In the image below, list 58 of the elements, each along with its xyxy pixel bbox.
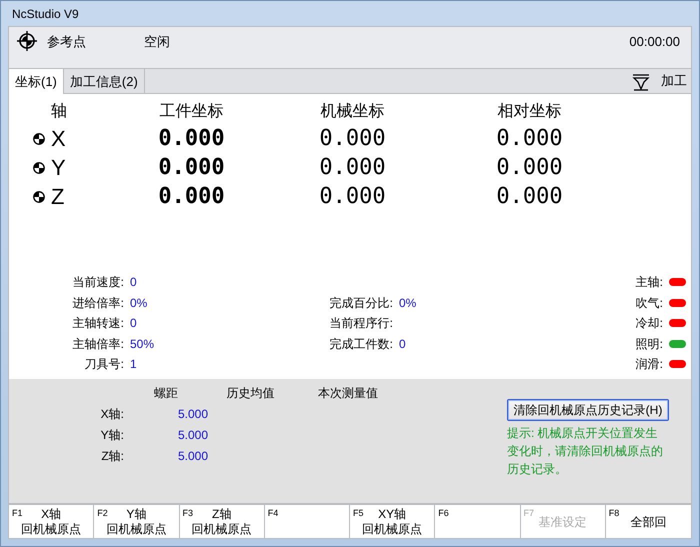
coordinate-value: 0.000 <box>319 184 386 209</box>
info-label: 完成百分比: <box>330 296 393 310</box>
axis-label: X <box>51 125 66 153</box>
origin-icon <box>33 190 45 202</box>
info-value: 0% <box>399 296 416 310</box>
axis-label: Y <box>51 154 66 182</box>
pitch-value: 5.000 <box>178 448 208 462</box>
coordinate-value: 0.000 <box>496 155 563 180</box>
origin-icon <box>33 162 45 174</box>
info-value: 0% <box>130 296 148 310</box>
axis-label: Z轴: <box>101 448 124 462</box>
coordinate-value: 0.000 <box>319 126 386 151</box>
tab[interactable]: 加工信息(2) <box>64 69 145 93</box>
column-header: 工件坐标 <box>160 103 224 120</box>
column-header: 本次测量值 <box>318 386 378 400</box>
info-value: 0 <box>130 316 137 330</box>
info-label: 当前程序行: <box>330 316 393 330</box>
column-header: 历史均值 <box>226 386 274 400</box>
info-label: 刀具号: <box>84 357 124 372</box>
coordinate-value: 0.000 <box>319 155 386 180</box>
axis-label: Y轴: <box>100 428 124 442</box>
info-value: 0 <box>130 275 137 290</box>
info-label: 完成工件数: <box>330 336 393 351</box>
column-header: 相对坐标 <box>498 103 562 120</box>
pitch-value: 5.000 <box>178 406 208 420</box>
info-value: 50% <box>130 336 154 351</box>
indicator-label: 主轴: <box>636 275 663 290</box>
coordinate-value: 0.000 <box>496 126 563 151</box>
crosshair-icon <box>17 31 37 51</box>
tab[interactable]: 坐标(1) <box>9 69 64 94</box>
column-header: 螺距 <box>154 386 178 400</box>
window-title: NcStudio V9 <box>12 6 79 22</box>
state-label: 空闲 <box>144 33 170 51</box>
column-header: 轴 <box>51 103 67 120</box>
pitch-value: 5.000 <box>178 428 208 442</box>
process-button[interactable]: 加工 <box>631 71 691 93</box>
hint-text: 提示: 机械原点开关位置发生变化时，请清除回机械原点的历史记录。 <box>507 425 664 478</box>
coordinate-value: 0.000 <box>496 184 563 209</box>
info-label: 当前速度: <box>72 275 124 290</box>
indicator-label: 照明: <box>636 336 663 351</box>
coordinate-value: 0.000 <box>158 155 225 180</box>
info-label: 主轴倍率: <box>72 336 124 351</box>
info-label: 进给倍率: <box>72 296 124 310</box>
column-header: 机械坐标 <box>320 103 384 120</box>
info-value: 0 <box>399 336 406 351</box>
elapsed-time: 00:00:00 <box>629 33 680 51</box>
clear-history-button[interactable]: 清除回机械原点历史记录(H) <box>507 399 669 421</box>
info-value: 1 <box>130 357 137 372</box>
axis-label: X轴: <box>100 406 124 420</box>
indicator-label: 冷却: <box>636 316 663 330</box>
axis-label: Z <box>51 183 64 211</box>
coordinate-value: 0.000 <box>158 126 225 151</box>
mode-label: 参考点 <box>47 33 87 51</box>
coordinate-value: 0.000 <box>158 184 225 209</box>
info-label: 主轴转速: <box>72 316 124 330</box>
indicator-label: 润滑: <box>636 357 663 372</box>
origin-icon <box>33 132 45 144</box>
indicator-label: 吹气: <box>636 296 663 310</box>
